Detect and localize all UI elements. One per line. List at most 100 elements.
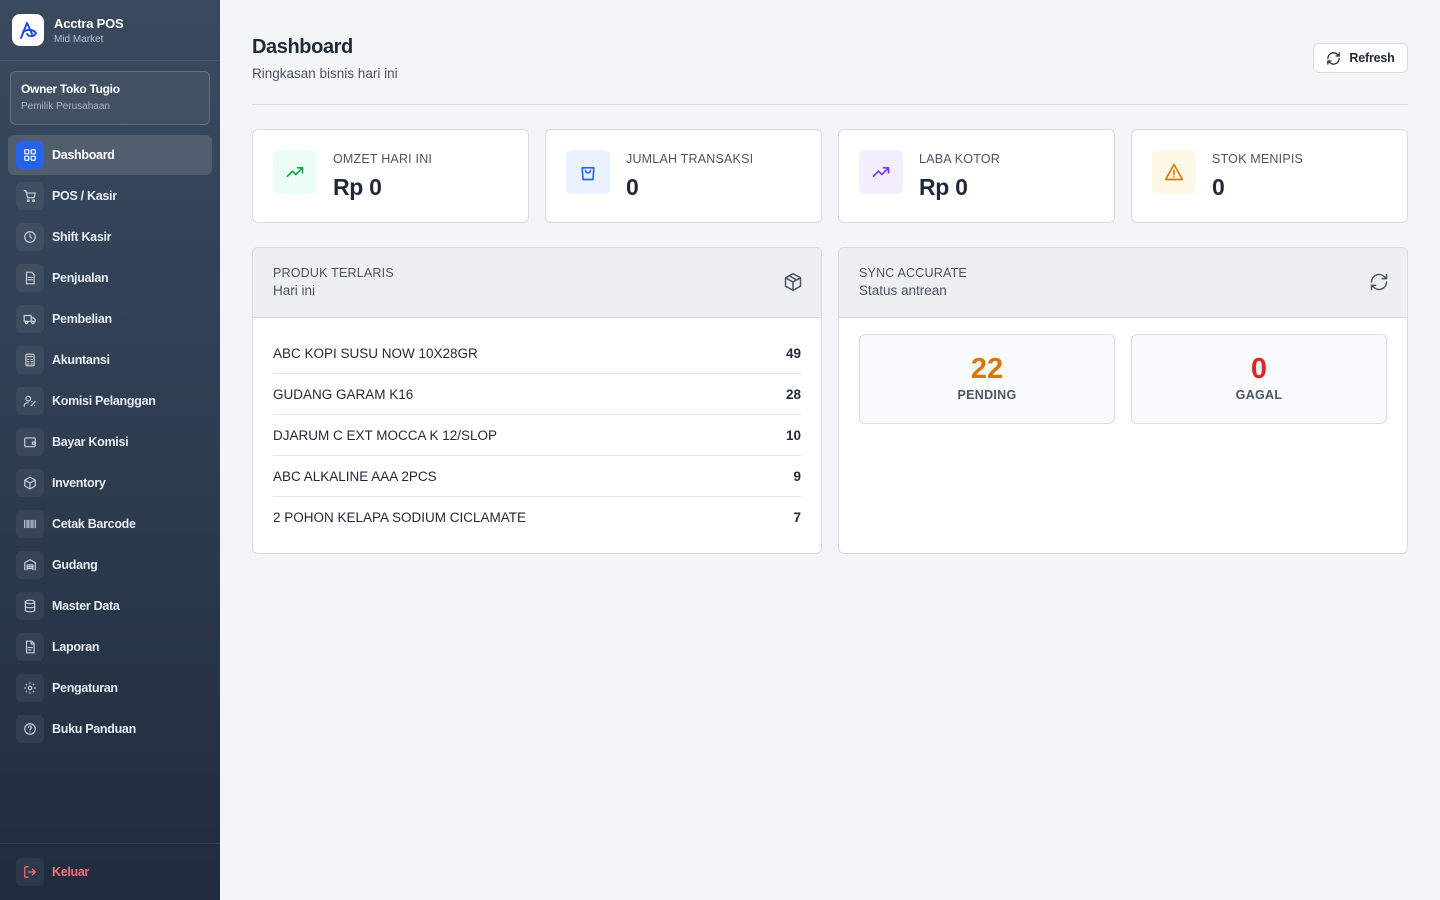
sidebar-item-pembelian[interactable]: Pembelian [8, 299, 212, 339]
list-item[interactable]: GUDANG GARAM K16 28 [273, 374, 801, 415]
trending-up-icon [273, 150, 317, 194]
app-plan: Mid Market [54, 33, 104, 45]
panel-subtitle: Hari ini [273, 283, 316, 298]
panel-subtitle: Status antrean [859, 283, 947, 298]
user-name: Owner Toko Tugio [21, 82, 120, 96]
sync-failed-count: 0 [1250, 353, 1268, 385]
list-item[interactable]: 2 POHON KELAPA SODIUM CICLAMATE 7 [273, 497, 801, 538]
sidebar-item-master-data[interactable]: Master Data [8, 586, 212, 626]
panel-header: SYNC ACCURATE Status antrean [839, 248, 1407, 318]
sidebar-item-gudang[interactable]: Gudang [8, 545, 212, 585]
header-divider [252, 104, 1408, 105]
stat-card-transaksi: JUMLAH TRANSAKSI 0 [545, 129, 822, 223]
brand: Acctra POS Mid Market [0, 0, 220, 61]
sidebar: Acctra POS Mid Market Owner Toko Tugio P… [0, 0, 220, 900]
box-icon [16, 469, 44, 497]
sidebar-item-shift-kasir[interactable]: Shift Kasir [8, 217, 212, 257]
truck-icon [16, 305, 44, 333]
sidebar-item-label: Pembelian [52, 312, 112, 326]
help-icon [16, 715, 44, 743]
clock-icon [16, 223, 44, 251]
refresh-button[interactable]: Refresh [1313, 43, 1408, 73]
sidebar-item-label: Bayar Komisi [52, 435, 129, 449]
sync-pending-box: 22 PENDING [859, 334, 1115, 424]
sidebar-item-buku-panduan[interactable]: Buku Panduan [8, 709, 212, 749]
product-name: 2 POHON KELAPA SODIUM CICLAMATE [273, 510, 527, 525]
sidebar-item-label: Akuntansi [52, 353, 110, 367]
sidebar-item-pengaturan[interactable]: Pengaturan [8, 668, 212, 708]
sidebar-item-label: Penjualan [52, 271, 109, 285]
sidebar-item-laporan[interactable]: Laporan [8, 627, 212, 667]
stat-label: JUMLAH TRANSAKSI [626, 152, 754, 166]
page-subtitle: Ringkasan bisnis hari ini [252, 66, 398, 81]
stat-label: OMZET HARI INI [333, 152, 433, 166]
grid-icon [16, 141, 44, 169]
product-qty: 49 [785, 345, 801, 361]
sidebar-item-pos-kasir[interactable]: POS / Kasir [8, 176, 212, 216]
stat-value: 0 [1212, 174, 1225, 200]
product-qty: 10 [785, 427, 801, 443]
wallet-icon [16, 428, 44, 456]
logout-icon [16, 858, 44, 886]
panel-title: SYNC ACCURATE [859, 266, 967, 280]
box-icon [783, 272, 803, 297]
stat-card-omzet: OMZET HARI INI Rp 0 [252, 129, 529, 223]
list-item[interactable]: ABC KOPI SUSU NOW 10X28GR 49 [273, 333, 801, 374]
user-card[interactable]: Owner Toko Tugio Pemilik Perusahaan [10, 71, 210, 125]
trending-up-icon [859, 150, 903, 194]
stat-value: Rp 0 [333, 174, 382, 200]
sidebar-item-label: Komisi Pelanggan [52, 394, 156, 408]
page-title: Dashboard [252, 36, 353, 58]
logout-button[interactable]: Keluar [0, 843, 220, 900]
sidebar-item-label: Master Data [52, 599, 120, 613]
sidebar-item-label: Laporan [52, 640, 100, 654]
sidebar-item-dashboard[interactable]: Dashboard [8, 135, 212, 175]
sidebar-item-label: POS / Kasir [52, 189, 117, 203]
sidebar-item-penjualan[interactable]: Penjualan [8, 258, 212, 298]
gear-icon [16, 674, 44, 702]
product-qty: 28 [785, 386, 801, 402]
warehouse-icon [16, 551, 44, 579]
sidebar-item-label: Gudang [52, 558, 98, 572]
stat-label: LABA KOTOR [919, 152, 1000, 166]
sync-failed-box: 0 GAGAL [1131, 334, 1387, 424]
refresh-label: Refresh [1349, 51, 1395, 65]
sidebar-item-label: Shift Kasir [52, 230, 112, 244]
list-item[interactable]: DJARUM C EXT MOCCA K 12/SLOP 10 [273, 415, 801, 456]
shopping-bag-icon [566, 150, 610, 194]
stat-label: STOK MENIPIS [1212, 152, 1304, 166]
sidebar-item-inventory[interactable]: Inventory [8, 463, 212, 503]
sidebar-item-bayar-komisi[interactable]: Bayar Komisi [8, 422, 212, 462]
stat-value: Rp 0 [919, 174, 968, 200]
sidebar-item-label: Inventory [52, 476, 106, 490]
top-products-list: ABC KOPI SUSU NOW 10X28GR 49 GUDANG GARA… [273, 333, 801, 538]
sidebar-item-akuntansi[interactable]: Akuntansi [8, 340, 212, 380]
product-name: GUDANG GARAM K16 [273, 386, 414, 402]
cart-icon [16, 182, 44, 210]
sidebar-item-label: Dashboard [52, 148, 115, 162]
logout-label: Keluar [52, 865, 90, 879]
receipt-icon [16, 264, 44, 292]
sidebar-item-cetak-barcode[interactable]: Cetak Barcode [8, 504, 212, 544]
sidebar-item-label: Pengaturan [52, 681, 118, 695]
panel-header: PRODUK TERLARIS Hari ini [253, 248, 821, 318]
stat-card-laba: LABA KOTOR Rp 0 [838, 129, 1115, 223]
product-qty: 9 [793, 468, 801, 484]
product-name: ABC KOPI SUSU NOW 10X28GR [273, 345, 478, 361]
warning-icon [1152, 150, 1196, 194]
sync-refresh-icon[interactable] [1369, 272, 1389, 297]
user-commission-icon [16, 387, 44, 415]
list-item[interactable]: ABC ALKALINE AAA 2PCS 9 [273, 456, 801, 497]
app-logo-icon[interactable] [12, 14, 44, 46]
app-name: Acctra POS [54, 15, 124, 31]
sidebar-item-komisi-pelanggan[interactable]: Komisi Pelanggan [8, 381, 212, 421]
stat-value: 0 [626, 174, 639, 200]
sync-pending-label: PENDING [957, 388, 1017, 402]
database-icon [16, 592, 44, 620]
main-content: Dashboard Ringkasan bisnis hari ini Refr… [220, 0, 1440, 900]
sync-accurate-panel: SYNC ACCURATE Status antrean 22 PENDING … [838, 247, 1408, 554]
refresh-icon [1327, 51, 1341, 65]
top-products-panel: PRODUK TERLARIS Hari ini ABC KOPI SUSU N… [252, 247, 822, 554]
product-name: DJARUM C EXT MOCCA K 12/SLOP [273, 427, 498, 443]
stat-card-stok: STOK MENIPIS 0 [1131, 129, 1408, 223]
